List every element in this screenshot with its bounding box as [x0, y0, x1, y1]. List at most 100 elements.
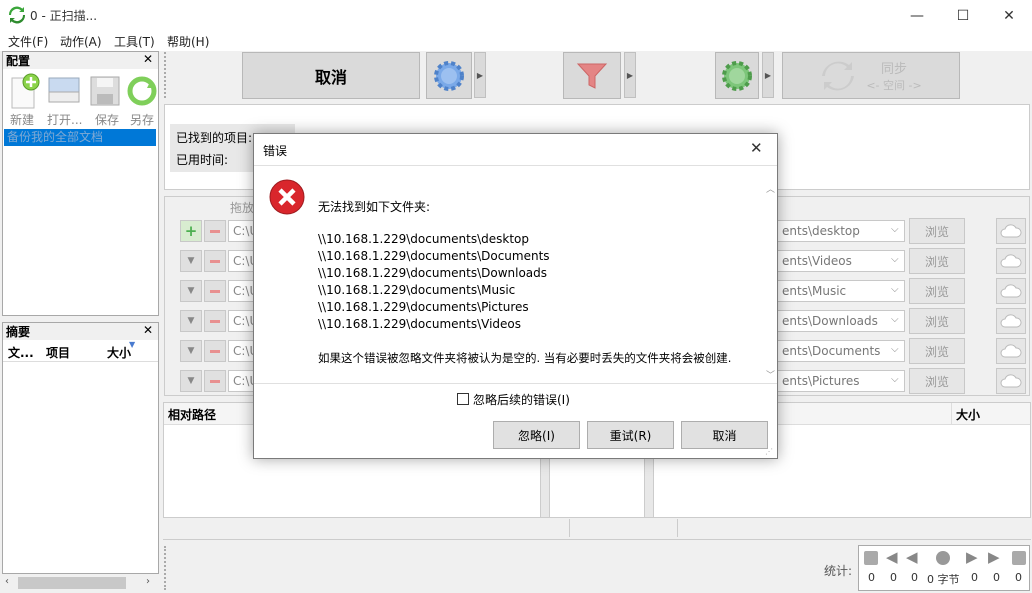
ignore-button[interactable]: 忽略(I)	[493, 421, 580, 449]
remove-folder-pair-button[interactable]	[204, 370, 226, 392]
statistics-label: 统计:	[824, 564, 853, 578]
close-window-button[interactable]: ✕	[986, 0, 1032, 31]
left-folder-field[interactable]: C:\U	[228, 250, 254, 272]
pair-options-button[interactable]: ▼	[180, 280, 202, 302]
left-folder-field[interactable]: C:\U	[228, 340, 254, 362]
open-config-button[interactable]	[45, 71, 83, 111]
dropdown-arrow-icon: ▼	[187, 316, 195, 326]
dialog-vscrollbar[interactable]	[764, 184, 776, 380]
remove-folder-pair-button[interactable]	[204, 250, 226, 272]
pair-options-button[interactable]: ▼	[180, 340, 202, 362]
menu-action[interactable]: 动作(A)	[60, 33, 102, 50]
retry-button[interactable]: 重试(R)	[587, 421, 674, 449]
save-config-button[interactable]	[86, 71, 124, 111]
browse-button[interactable]: 浏览	[909, 218, 965, 244]
stat-left-create: 0	[868, 571, 875, 584]
cloud-button[interactable]	[996, 338, 1026, 364]
items-found-label: 已找到的项目:	[176, 131, 253, 145]
sync-dropdown-button[interactable]: ▶	[762, 52, 774, 98]
cloud-button[interactable]	[996, 368, 1026, 394]
chevron-down-icon[interactable]: ⌵	[891, 254, 899, 265]
summary-panel-close-button[interactable]: ✕	[143, 323, 153, 337]
left-arrow-icon: ◀	[886, 548, 898, 566]
browse-button[interactable]: 浏览	[909, 338, 965, 364]
dropdown-arrow-icon: ▼	[187, 376, 195, 386]
remove-folder-pair-button[interactable]	[204, 340, 226, 362]
dialog-close-button[interactable]: ✕	[750, 139, 763, 157]
left-folder-field[interactable]: C:\U	[228, 310, 254, 332]
right-folder-field[interactable]: ents\Downloads	[777, 310, 905, 332]
pair-options-button[interactable]: ▼	[180, 250, 202, 272]
remove-folder-pair-button[interactable]	[204, 280, 226, 302]
minimize-button[interactable]: —	[894, 0, 940, 31]
chevron-down-icon[interactable]: ⌵	[891, 374, 899, 385]
config-panel-close-button[interactable]: ✕	[143, 52, 153, 66]
right-folder-field[interactable]: ents\desktop	[777, 220, 905, 242]
menu-tools[interactable]: 工具(T)	[114, 33, 155, 50]
chevron-down-icon[interactable]: ⌵	[891, 284, 899, 295]
compare-settings-button[interactable]	[426, 52, 472, 99]
chevron-down-icon[interactable]: ⌵	[891, 344, 899, 355]
title-bar	[0, 0, 1032, 31]
left-folder-field[interactable]: C:\U	[228, 220, 254, 242]
toolbar-grip	[164, 52, 168, 98]
chevron-down-icon[interactable]: ⌵	[891, 224, 899, 235]
summary-col-size[interactable]: 大小	[107, 344, 131, 361]
scrollbar-thumb[interactable]	[18, 577, 126, 589]
pair-options-button[interactable]: ▼	[180, 310, 202, 332]
cancel-scan-button[interactable]: 取消	[242, 52, 420, 99]
status-bar	[163, 517, 1031, 539]
right-folder-field[interactable]: ents\Music	[777, 280, 905, 302]
scroll-left-icon[interactable]: ‹	[5, 576, 9, 587]
filter-dropdown-button[interactable]: ▶	[624, 52, 636, 98]
left-folder-field[interactable]: C:\U	[228, 370, 254, 392]
minus-icon	[210, 289, 220, 293]
ignore-further-errors-label[interactable]: 忽略后续的错误(I)	[473, 391, 570, 408]
cloud-button[interactable]	[996, 278, 1026, 304]
remove-folder-pair-button[interactable]	[204, 220, 226, 242]
config-list-item-selected[interactable]: 备份我的全部文档	[4, 129, 156, 146]
cloud-button[interactable]	[996, 218, 1026, 244]
missing-folder-path: \\10.168.1.229\documents\Videos	[318, 317, 521, 331]
results-col-size[interactable]: 大小	[956, 406, 980, 423]
resize-grip-icon[interactable]: ⋰	[765, 447, 773, 456]
browse-button[interactable]: 浏览	[909, 308, 965, 334]
filter-button[interactable]	[563, 52, 621, 99]
summary-col-type[interactable]: 文...	[8, 344, 34, 361]
browse-button[interactable]: 浏览	[909, 248, 965, 274]
cloud-button[interactable]	[996, 248, 1026, 274]
minus-icon	[210, 349, 220, 353]
scroll-right-icon[interactable]: ›	[146, 576, 150, 587]
right-folder-field[interactable]: ents\Videos	[777, 250, 905, 272]
left-folder-field[interactable]: C:\U	[228, 280, 254, 302]
chevron-down-icon[interactable]: ⌵	[891, 314, 899, 325]
browse-button[interactable]: 浏览	[909, 278, 965, 304]
missing-folder-path: \\10.168.1.229\documents\Music	[318, 283, 516, 297]
new-config-button[interactable]	[5, 71, 43, 111]
results-col-relative-path[interactable]: 相对路径	[168, 406, 216, 423]
save-as-config-button[interactable]	[123, 71, 161, 111]
stat-left-update: 0	[890, 571, 897, 584]
right-folder-field[interactable]: ents\Documents	[777, 340, 905, 362]
remove-folder-pair-button[interactable]	[204, 310, 226, 332]
add-folder-pair-button[interactable]: +	[180, 220, 202, 242]
compare-dropdown-button[interactable]: ▶	[474, 52, 486, 98]
missing-folder-path: \\10.168.1.229\documents\desktop	[318, 232, 529, 246]
cloud-button[interactable]	[996, 308, 1026, 334]
scroll-up-icon[interactable]: ︿	[766, 182, 775, 195]
ignore-further-errors-checkbox[interactable]	[457, 393, 469, 405]
right-folder-field[interactable]: ents\Pictures	[777, 370, 905, 392]
pair-options-button[interactable]: ▼	[180, 370, 202, 392]
dialog-title: 错误	[263, 144, 288, 158]
menu-help[interactable]: 帮助(H)	[167, 33, 209, 50]
scroll-down-icon[interactable]: ﹀	[766, 368, 775, 381]
dialog-cancel-button[interactable]: 取消	[681, 421, 768, 449]
synchronize-button[interactable]: 同步 <- 空间 ->	[782, 52, 960, 99]
maximize-button[interactable]: ☐	[940, 0, 986, 31]
missing-folder-path: \\10.168.1.229\documents\Downloads	[318, 266, 548, 280]
sync-settings-button[interactable]	[715, 52, 759, 99]
cloud-icon	[1000, 284, 1022, 298]
summary-col-items[interactable]: 项目	[46, 344, 70, 361]
menu-file[interactable]: 文件(F)	[8, 33, 48, 50]
browse-button[interactable]: 浏览	[909, 368, 965, 394]
